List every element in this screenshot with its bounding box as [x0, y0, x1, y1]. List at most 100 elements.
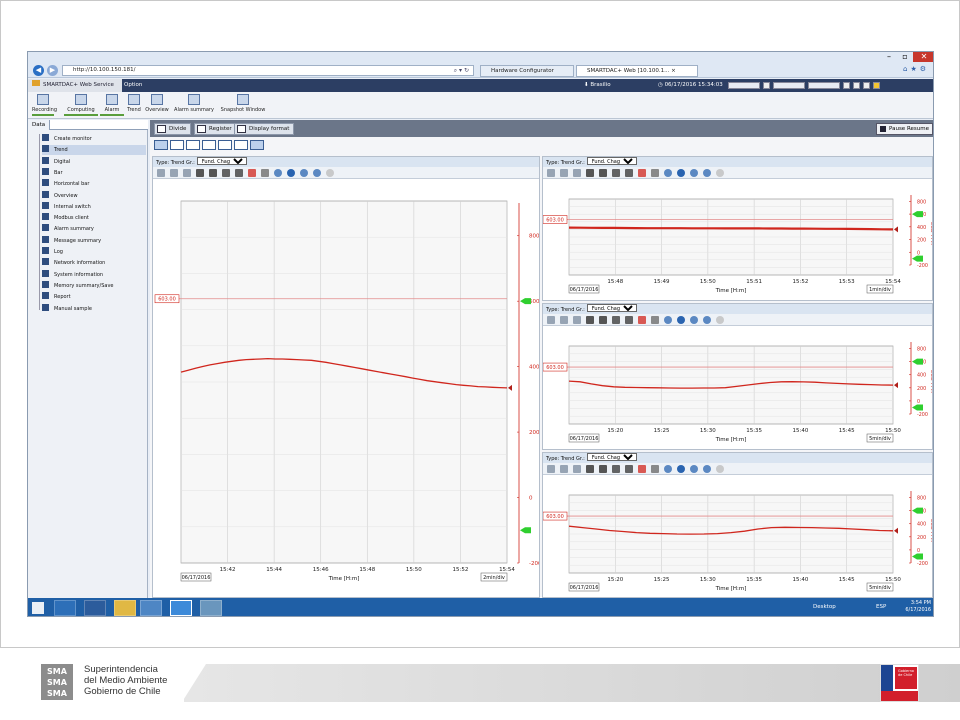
powershell-icon[interactable]: [84, 600, 106, 616]
sidebar-item-modbus-client[interactable]: Modbus client: [42, 213, 146, 223]
hardware-config-icon[interactable]: [200, 600, 222, 616]
close-button[interactable]: ✕: [913, 52, 933, 62]
sidebar-item-alarm-summary[interactable]: Alarm summary: [42, 224, 146, 234]
desktop-toolbar-label[interactable]: Desktop: [813, 604, 836, 610]
sidebar-item-label: Memory summary/Save: [54, 282, 114, 289]
time-tick-label: 15:45: [839, 577, 855, 583]
sidebar-item-log[interactable]: Log: [42, 247, 146, 257]
search-refresh-icon[interactable]: ⌕ ▾ ↻: [454, 66, 469, 75]
sidebar-item-digital[interactable]: Digital: [42, 156, 146, 167]
scale-tick-label: 0: [917, 548, 920, 554]
layout-5-button[interactable]: [218, 140, 232, 150]
toolbar-label: Trend: [127, 107, 141, 113]
layout-7-button[interactable]: [250, 140, 264, 150]
sidebar-item-report[interactable]: Report: [42, 292, 146, 302]
datetime-text: 06/17/2016 15:34:03: [664, 82, 723, 88]
sidebar-item-message-summary[interactable]: Message summary: [42, 235, 146, 246]
sidebar-item-system-information[interactable]: System information: [42, 269, 146, 280]
time-axis-title: Time [H:m]: [715, 288, 747, 294]
remote-desktop-icon[interactable]: [140, 600, 162, 616]
layout-1-button[interactable]: [154, 140, 168, 150]
sidebar-item-label: Bar: [54, 169, 63, 176]
pause-resume-button[interactable]: Pause Resume: [876, 123, 933, 135]
sidebar-item-network-information[interactable]: Network information: [42, 258, 146, 268]
sidebar-item-bar[interactable]: Bar: [42, 167, 146, 178]
time-tick-label: 15:25: [654, 428, 670, 434]
internet-explorer-icon[interactable]: [170, 600, 192, 616]
forward-button[interactable]: ▶: [47, 65, 58, 76]
toolbar-recording-button[interactable]: Recording: [32, 94, 57, 116]
time-tick-label: 15:44: [266, 567, 282, 573]
digital-icon: [42, 156, 49, 164]
gear-icon[interactable]: ⚙: [920, 65, 929, 73]
toolbar-overview-button[interactable]: Overview: [144, 94, 170, 113]
sidebar-item-overview[interactable]: Overview: [42, 190, 146, 201]
time-tick-label: 15:40: [792, 428, 808, 434]
server-manager-icon[interactable]: [54, 600, 76, 616]
time-tick-label: 15:52: [792, 279, 808, 285]
tab-close-icon[interactable]: ×: [671, 68, 676, 74]
clock[interactable]: 3:54 PM 6/17/2016: [905, 600, 931, 614]
minimize-button[interactable]: –: [881, 52, 897, 62]
sidebar-item-horizontal-bar[interactable]: Horizontal bar: [42, 179, 146, 189]
tab-hardware-configurator[interactable]: Hardware Configurator: [480, 65, 574, 77]
sidebar-item-trend[interactable]: Trend: [42, 145, 146, 156]
report-icon: [42, 292, 49, 300]
layout-2-button[interactable]: [170, 140, 184, 150]
maximize-button[interactable]: ▫: [897, 52, 913, 62]
footer-diagonal: [182, 664, 206, 702]
tab-smartdac[interactable]: SMARTDAC+ Web [10.100.1... ×: [576, 65, 698, 77]
alarm-icon: [106, 94, 118, 105]
time-tick-label: 15:50: [700, 279, 716, 285]
toolbar-snapshot-window-button[interactable]: Snapshot Window: [218, 94, 268, 113]
layout-3-button[interactable]: [186, 140, 200, 150]
back-button[interactable]: ◀: [33, 65, 44, 76]
clock-date: 6/17/2016: [905, 607, 931, 613]
toolbar-computing-button[interactable]: Computing: [64, 94, 98, 116]
sidebar-item-label: Internal switch: [54, 203, 91, 210]
app-service-tab[interactable]: SMARTDAC+ Web Service: [28, 79, 122, 92]
option-menu[interactable]: Option: [124, 79, 142, 92]
toolbar-trend-button[interactable]: Trend: [126, 94, 142, 113]
layout-4-button[interactable]: [202, 140, 216, 150]
tab-label: SMARTDAC+ Web [10.100.1...: [587, 68, 670, 74]
app-logo-icon: [32, 80, 40, 86]
layout-6-button[interactable]: [234, 140, 248, 150]
browser-bar: ◀ ▶ http://10.100.150.181/ ⌕ ▾ ↻ Hardwar…: [28, 63, 933, 78]
limit-value: 603.00: [546, 514, 564, 520]
memory-summary-save-icon: [42, 280, 49, 288]
alarm-marker: [912, 255, 923, 262]
folder-icon[interactable]: [114, 600, 136, 616]
sidebar-item-internal-switch[interactable]: Internal switch: [42, 201, 146, 212]
url-text: http://10.100.150.181/: [73, 67, 136, 73]
status-icon: [853, 82, 860, 89]
current-value-marker: [894, 527, 898, 534]
toolbar-alarm-summary-button[interactable]: Alarm summary: [174, 94, 214, 113]
register-button[interactable]: Register: [194, 123, 237, 135]
screenshot-window: – ▫ ✕ ◀ ▶ http://10.100.150.181/ ⌕ ▾ ↻ H…: [27, 51, 934, 617]
memory-meter: [728, 82, 760, 89]
divide-button[interactable]: Divide: [154, 123, 192, 135]
display-format-label: Display format: [249, 126, 290, 132]
date-label: 06/17/2016: [182, 575, 211, 581]
language-indicator[interactable]: ESP: [876, 604, 886, 610]
sidebar: Create monitor Trend Digital Bar Horizontal …: [28, 130, 148, 600]
status-indicators: [728, 82, 880, 89]
app-tab-label: SMARTDAC+ Web Service: [43, 82, 114, 88]
display-format-button[interactable]: Display format: [234, 123, 295, 135]
limit-value: 603.00: [546, 218, 564, 224]
windows-start-icon[interactable]: [32, 602, 44, 614]
overview-icon: [42, 190, 49, 198]
sidebar-item-memory-summary-save[interactable]: Memory summary/Save: [42, 280, 146, 291]
data-tab[interactable]: Data: [28, 120, 51, 130]
sidebar-item-manual-sample[interactable]: Manual sample: [42, 303, 146, 314]
limit-value: 603.00: [546, 365, 564, 371]
star-icon[interactable]: ★: [910, 65, 919, 73]
toolbar-label: Overview: [145, 107, 169, 113]
sidebar-item-create-monitor[interactable]: Create monitor: [42, 134, 146, 144]
toolbar-alarm-button[interactable]: Alarm: [100, 94, 124, 116]
address-bar[interactable]: http://10.100.150.181/ ⌕ ▾ ↻: [62, 65, 474, 76]
trend-panel: Type: Trend Gr.: Fund. Chagres 603.00 15:42…: [152, 156, 540, 598]
sidebar-item-label: Create monitor: [54, 136, 92, 142]
sidebar-item-label: Network information: [54, 260, 106, 267]
